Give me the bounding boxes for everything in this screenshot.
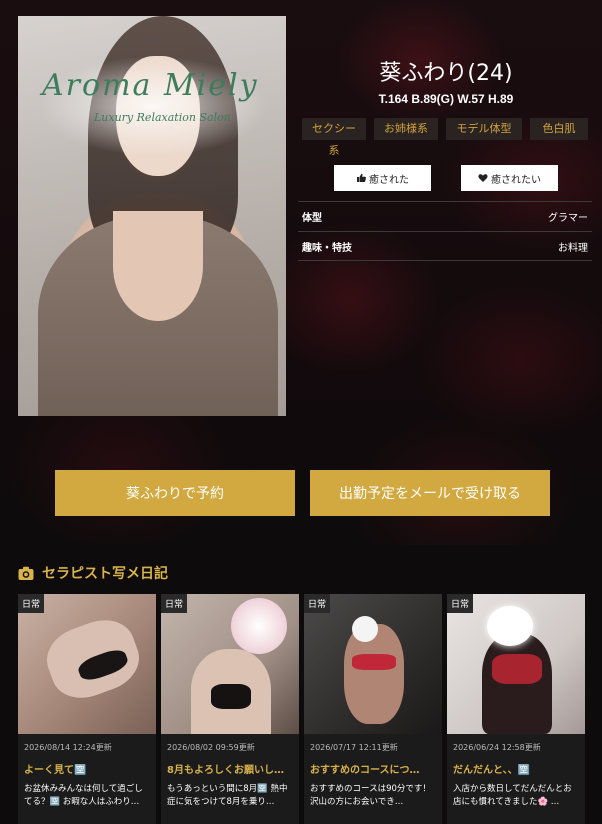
diary-category-badge: 日常	[447, 594, 474, 613]
healed-button-label: 癒された	[369, 174, 409, 186]
photo-figure	[492, 654, 542, 684]
diary-card[interactable]: 日常 2026/06/24 12:58更新 だんだんと、、🈳 入店から数日してだ…	[447, 594, 585, 824]
diary-card[interactable]: 日常 2026/08/02 09:59更新 8月もよろしくお願いし… もうあっと…	[161, 594, 299, 824]
profile-info-table: 体型 グラマー 趣味・特技 お料理	[298, 201, 592, 261]
camera-icon	[18, 566, 34, 580]
info-key: 体型	[302, 213, 322, 224]
info-row-body-type: 体型 グラマー	[298, 201, 592, 231]
diary-card[interactable]: 日常 2026/07/17 12:11更新 おすすめのコースにつ… おすすめのコ…	[304, 594, 442, 824]
diary-section-title: セラピスト写メ日記	[18, 563, 168, 583]
diary-excerpt: お盆休みみんなは何して過ごしてる？🈳 お暇な人はふわり…	[24, 784, 143, 807]
want-healing-button[interactable]: 癒されたい	[461, 165, 558, 191]
photo-figure	[344, 624, 404, 724]
profile-photo: Aroma Miely Luxury Relaxation Salon	[18, 16, 286, 416]
diary-title-text: セラピスト写メ日記	[42, 566, 168, 582]
photo-figure	[352, 654, 396, 670]
therapist-measurements: T.164 B.89(G) W.57 H.89	[378, 92, 514, 106]
diary-thumbnail: 日常	[161, 594, 299, 734]
diary-thumbnail: 日常	[18, 594, 156, 734]
diary-category-badge: 日常	[18, 594, 45, 613]
diary-title: よーく見て🈳	[24, 765, 87, 776]
therapist-name: 葵ふわり(24)	[379, 61, 513, 86]
diary-category-badge: 日常	[304, 594, 331, 613]
tag-item: お姉様系	[374, 118, 438, 140]
tag-item: セクシー系	[302, 118, 366, 157]
diary-title: 8月もよろしくお願いし…	[167, 765, 284, 776]
info-row-hobby: 趣味・特技 お料理	[298, 231, 592, 261]
photo-chest	[113, 211, 203, 321]
diary-date: 2026/08/14 12:24更新	[24, 743, 112, 752]
photo-figure	[211, 684, 251, 709]
tag-item: モデル体型	[446, 118, 522, 140]
info-key: 趣味・特技	[302, 242, 352, 254]
schedule-mail-button[interactable]: 出勤予定をメールで受け取る	[310, 470, 550, 516]
diary-date: 2026/08/02 09:59更新	[167, 743, 255, 752]
diary-date: 2026/06/24 12:58更新	[453, 743, 541, 752]
diary-title: だんだんと、、🈳	[453, 765, 531, 776]
diary-excerpt: おすすめのコースは90分です！ 沢山の方にお会いでき…	[310, 784, 431, 807]
healed-button[interactable]: 癒された	[334, 165, 431, 191]
diary-thumbnail: 日常	[304, 594, 442, 734]
reaction-buttons: 癒された 癒されたい	[334, 165, 558, 191]
reserve-button[interactable]: 葵ふわりで予約	[55, 470, 295, 516]
salon-logo: Aroma Miely	[42, 68, 259, 103]
thumbs-up-icon	[357, 173, 366, 182]
diary-excerpt: 入店から数日してだんだんとお店にも慣れてきました🌸 …	[453, 784, 572, 807]
tag-list: セクシー系 お姉様系 モデル体型 色白肌	[302, 118, 588, 157]
want-healing-button-label: 癒されたい	[491, 174, 541, 186]
diary-thumbnail: 日常	[447, 594, 585, 734]
salon-logo-subtitle: Luxury Relaxation Salon	[94, 111, 231, 124]
flower-sticker	[231, 598, 287, 654]
info-value: お料理	[558, 242, 588, 254]
diary-card[interactable]: 日常 2026/08/14 12:24更新 よーく見て🈳 お盆休みみんなは何して…	[18, 594, 156, 824]
diary-title: おすすめのコースにつ…	[310, 765, 420, 776]
face-sticker	[352, 616, 378, 642]
diary-excerpt: もうあっという間に8月🈳 熱中症に気をつけて8月を乗り…	[167, 784, 288, 807]
diary-category-badge: 日常	[161, 594, 188, 613]
tag-item: 色白肌	[530, 118, 588, 140]
diary-date: 2026/07/17 12:11更新	[310, 743, 398, 752]
photo-figure	[482, 634, 552, 734]
heart-sticker	[487, 606, 533, 646]
info-value: グラマー	[548, 213, 588, 224]
heart-icon	[478, 174, 488, 182]
diary-card-list: 日常 2026/08/14 12:24更新 よーく見て🈳 お盆休みみんなは何して…	[18, 594, 585, 824]
